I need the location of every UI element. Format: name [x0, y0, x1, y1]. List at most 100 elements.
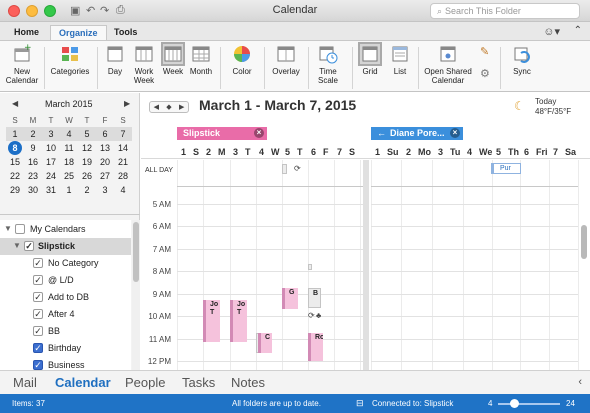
checkbox[interactable]: ✓: [33, 343, 43, 353]
mini-calendar-day[interactable]: 21: [114, 155, 132, 169]
list-item-category[interactable]: ✓ Add to DB: [0, 289, 131, 306]
mini-calendar-day[interactable]: 26: [78, 169, 96, 183]
all-day-event[interactable]: [282, 164, 287, 174]
zoom-slider-knob[interactable]: [510, 399, 519, 408]
time-scale-button[interactable]: Time Scale: [312, 44, 344, 85]
mini-calendar-day[interactable]: 12: [78, 141, 96, 155]
mini-calendar-day[interactable]: 4: [114, 183, 132, 197]
list-item-category[interactable]: ✓ Birthday: [0, 340, 131, 357]
mini-calendar-day[interactable]: 25: [60, 169, 78, 183]
mini-calendar-day[interactable]: 7: [114, 127, 132, 141]
prev-month-arrow-icon[interactable]: ◀: [12, 99, 18, 108]
feedback-smiley-icon[interactable]: ☺▾: [543, 25, 560, 38]
mini-calendar-day[interactable]: 2: [24, 127, 42, 141]
mini-calendar-day[interactable]: 9: [24, 141, 42, 155]
mini-calendar-day[interactable]: 3: [42, 127, 60, 141]
mini-calendar-day[interactable]: 14: [114, 141, 132, 155]
mini-calendar-day[interactable]: 28: [114, 169, 132, 183]
collapse-nav-icon[interactable]: ‹: [578, 376, 582, 388]
week-view-button[interactable]: Week: [160, 42, 186, 76]
week-grid[interactable]: ALL DAY 5 AM 6 AM 7 AM 8 AM 9 AM 10 AM 1…: [141, 160, 590, 370]
checkbox[interactable]: ✓: [24, 241, 34, 251]
overlay-arrow-icon[interactable]: ←: [377, 128, 386, 138]
new-calendar-button[interactable]: + New Calendar: [4, 44, 40, 85]
mini-calendar-day[interactable]: 19: [78, 155, 96, 169]
mini-calendar-day[interactable]: 1: [60, 183, 78, 197]
zoom-slider[interactable]: [498, 403, 560, 405]
work-week-button[interactable]: Work Week: [130, 44, 158, 85]
calendar-tab-slipstick[interactable]: Slipstick ×: [177, 127, 267, 140]
list-item-category[interactable]: ✓ BB: [0, 323, 131, 340]
mini-calendar-day[interactable]: 16: [24, 155, 42, 169]
event-pur[interactable]: Pur: [491, 163, 521, 174]
nav-people[interactable]: People: [125, 375, 165, 390]
checkbox[interactable]: ✓: [33, 360, 43, 370]
list-item-category[interactable]: ✓ No Category: [0, 255, 131, 272]
tab-home[interactable]: Home: [6, 25, 47, 40]
event-b[interactable]: B: [308, 288, 321, 308]
nav-tasks[interactable]: Tasks: [182, 375, 215, 390]
checkbox[interactable]: [15, 224, 25, 234]
list-item-category[interactable]: ✓ @ L/D: [0, 272, 131, 289]
sync-button[interactable]: Sync: [508, 44, 536, 76]
day-view-button[interactable]: Day: [103, 44, 127, 76]
mini-calendar-day[interactable]: 4: [60, 127, 78, 141]
mini-calendar-day[interactable]: 15: [6, 155, 24, 169]
mini-calendar-day[interactable]: 13: [96, 141, 114, 155]
previous-week-icon[interactable]: ◀: [154, 103, 159, 111]
mini-calendar-day[interactable]: 27: [96, 169, 114, 183]
mini-calendar-day[interactable]: 20: [96, 155, 114, 169]
mini-calendar-day[interactable]: 10: [42, 141, 60, 155]
calendar-tab-diane[interactable]: ← Diane Pore... ×: [371, 127, 463, 140]
mini-calendar-day[interactable]: 22: [6, 169, 24, 183]
collapse-ribbon-icon[interactable]: ⌃: [574, 25, 582, 36]
list-item-my-calendars[interactable]: ▼ My Calendars: [0, 221, 131, 238]
checkbox[interactable]: ✓: [33, 258, 43, 268]
checkbox[interactable]: ✓: [33, 326, 43, 336]
next-month-arrow-icon[interactable]: ▶: [124, 99, 130, 108]
event-jot-monday[interactable]: Jo T: [203, 300, 220, 342]
checkbox[interactable]: ✓: [33, 309, 43, 319]
mini-calendar-day[interactable]: 3: [96, 183, 114, 197]
event-c[interactable]: C: [258, 333, 272, 353]
list-item-slipstick[interactable]: ▼ ✓ Slipstick: [0, 238, 131, 255]
mini-calendar-day[interactable]: 23: [24, 169, 42, 183]
event-marker[interactable]: [308, 264, 312, 270]
mini-calendar-day[interactable]: 11: [60, 141, 78, 155]
month-view-button[interactable]: Month: [188, 44, 214, 76]
mini-calendar-day[interactable]: 31: [42, 183, 60, 197]
disclosure-triangle-icon[interactable]: ▼: [13, 241, 21, 250]
mini-calendar-today[interactable]: 8: [6, 141, 24, 155]
close-overlay-icon[interactable]: ×: [450, 128, 460, 138]
scrollbar-thumb[interactable]: [133, 222, 139, 282]
mini-calendar-day[interactable]: 1: [6, 127, 24, 141]
permissions-icon[interactable]: ✎: [480, 45, 489, 58]
scrollbar-thumb[interactable]: [581, 225, 587, 259]
categories-button[interactable]: Categories: [48, 44, 92, 76]
color-button[interactable]: Color: [226, 44, 258, 76]
nav-mail[interactable]: Mail: [13, 375, 37, 390]
mini-calendar-day[interactable]: 2: [78, 183, 96, 197]
event-jot-tuesday[interactable]: Jo T: [230, 300, 247, 342]
event-ro[interactable]: Ro: [308, 333, 323, 361]
list-view-button[interactable]: List: [388, 44, 412, 76]
mini-calendar-day[interactable]: 30: [24, 183, 42, 197]
calendar-list-scrollbar[interactable]: [132, 220, 140, 370]
today-nav-icon[interactable]: ◆: [166, 103, 171, 111]
grid-view-button[interactable]: Grid: [358, 42, 382, 76]
date-navigation[interactable]: ◀ ◆ ▶: [149, 101, 189, 113]
event-g[interactable]: G: [282, 288, 298, 309]
properties-icon[interactable]: ⚙: [480, 67, 490, 80]
checkbox[interactable]: ✓: [33, 292, 43, 302]
mini-calendar-day[interactable]: 6: [96, 127, 114, 141]
open-shared-calendar-button[interactable]: Open Shared Calendar: [422, 44, 474, 85]
mini-calendar-day[interactable]: 18: [60, 155, 78, 169]
list-item-category[interactable]: ✓ After 4: [0, 306, 131, 323]
next-week-icon[interactable]: ▶: [179, 103, 184, 111]
list-item-category[interactable]: ✓ Business: [0, 357, 131, 370]
mini-calendar-day[interactable]: 29: [6, 183, 24, 197]
tab-organize[interactable]: Organize: [50, 25, 107, 40]
checkbox[interactable]: ✓: [33, 275, 43, 285]
calendar-scrollbar[interactable]: [580, 217, 588, 367]
overlay-button[interactable]: Overlay: [270, 44, 302, 76]
